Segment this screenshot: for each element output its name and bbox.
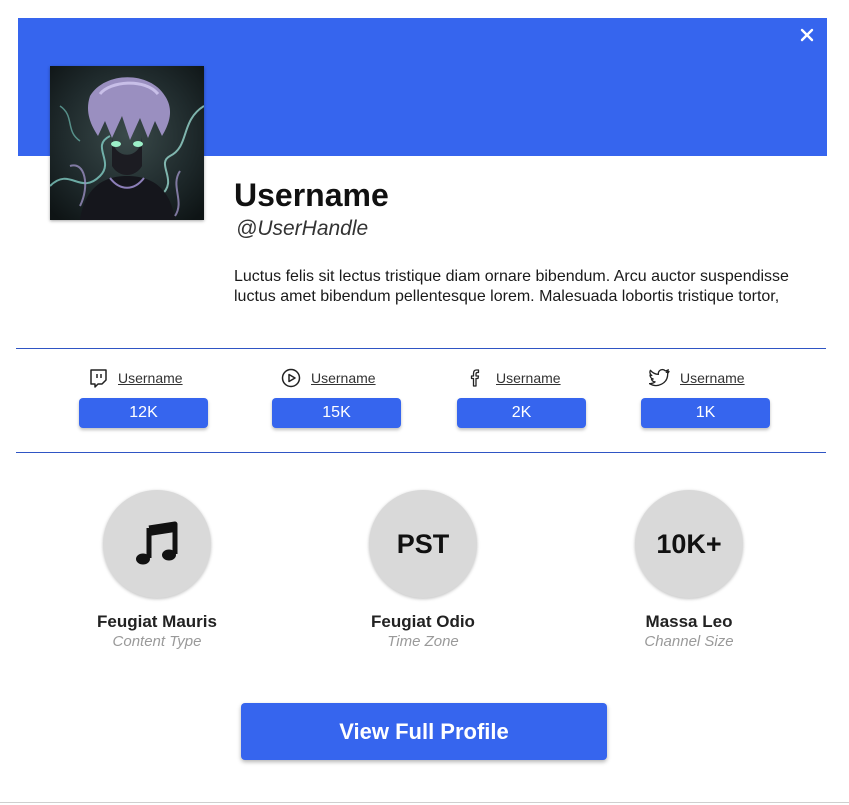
social-youtube: Username 15K bbox=[272, 366, 402, 428]
stat-channel-size: 10K+ Massa Leo Channel Size bbox=[579, 490, 799, 652]
social-twitch: Username 12K bbox=[79, 366, 209, 428]
twitch-icon bbox=[87, 367, 109, 389]
stat-time-zone: PST Feugiat Odio Time Zone bbox=[313, 490, 533, 652]
play-icon bbox=[280, 367, 302, 389]
stat-title: Massa Leo bbox=[645, 612, 733, 631]
social-twitter: Username 1K bbox=[641, 366, 771, 428]
social-username-link[interactable]: Username bbox=[118, 370, 183, 386]
stat-subtitle: Channel Size bbox=[644, 633, 734, 650]
follower-count-button[interactable]: 15K bbox=[272, 398, 401, 428]
stat-title: Feugiat Mauris bbox=[97, 612, 217, 631]
stat-circle bbox=[103, 490, 211, 598]
twitter-icon bbox=[649, 367, 671, 389]
avatar bbox=[50, 66, 204, 220]
profile-bio: Luctus felis sit lectus tristique diam o… bbox=[234, 268, 789, 305]
music-note-icon bbox=[136, 521, 178, 565]
divider bbox=[16, 348, 826, 349]
stat-subtitle: Time Zone bbox=[387, 633, 459, 650]
profile-handle: @UserHandle bbox=[236, 217, 369, 240]
divider bbox=[16, 452, 826, 453]
social-facebook: Username 2K bbox=[457, 366, 587, 428]
social-username-link[interactable]: Username bbox=[311, 370, 376, 386]
stat-badge: 10K+ bbox=[656, 528, 722, 559]
social-username-link[interactable]: Username bbox=[496, 370, 561, 386]
view-full-profile-button[interactable]: View Full Profile bbox=[241, 703, 607, 760]
close-button[interactable] bbox=[796, 24, 818, 46]
stat-content-type: Feugiat Mauris Content Type bbox=[47, 490, 267, 652]
stat-circle: PST bbox=[369, 490, 477, 598]
stat-title: Feugiat Odio bbox=[371, 612, 475, 631]
divider bbox=[0, 802, 849, 803]
stat-subtitle: Content Type bbox=[112, 633, 202, 650]
close-icon bbox=[800, 28, 814, 42]
stat-badge: PST bbox=[396, 528, 450, 559]
social-username-link[interactable]: Username bbox=[680, 370, 745, 386]
facebook-icon bbox=[465, 367, 487, 389]
follower-count-button[interactable]: 12K bbox=[79, 398, 208, 428]
avatar-image bbox=[50, 66, 204, 220]
follower-count-button[interactable]: 1K bbox=[641, 398, 770, 428]
stat-circle: 10K+ bbox=[635, 490, 743, 598]
follower-count-button[interactable]: 2K bbox=[457, 398, 586, 428]
profile-username: Username bbox=[234, 177, 389, 213]
